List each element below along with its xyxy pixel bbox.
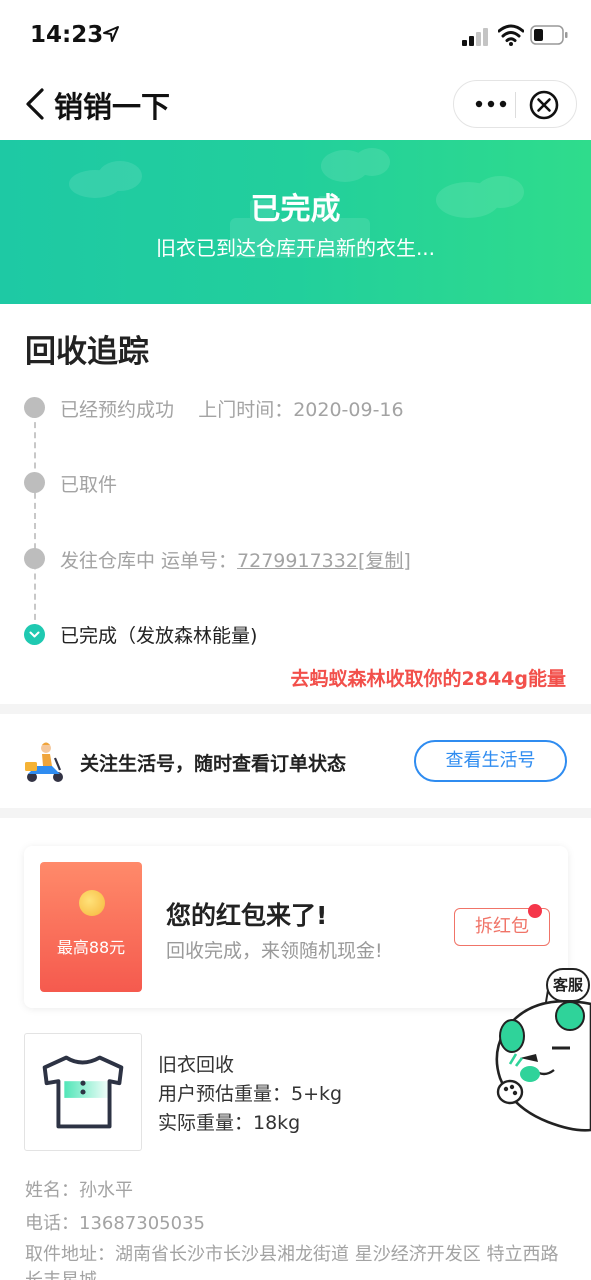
contact-phone: 电话：13687305035 [25,1213,205,1234]
timeline-step-picked: 已取件 [60,470,117,497]
status-banner: 已完成 旧衣已到达仓库开启新的衣生... [0,140,591,304]
timeline-step-completed: 已完成（发放森林能量) [60,621,257,648]
section-divider [0,704,591,714]
capsule-divider [515,92,516,118]
tshirt-icon [42,1055,124,1129]
notification-dot [528,904,542,918]
forest-energy-link[interactable]: 去蚂蚁森林收取你的2844g能量 [291,664,566,691]
follow-life-account-row: 关注生活号，随时查看订单状态 查看生活号 [0,716,591,808]
wifi-icon [498,24,524,46]
pickup-address: 取件地址：湖南省长沙市长沙县湘龙街道 星沙经济开发区 特立西路 长丰星城 [25,1244,559,1280]
timeline-step-booked: 已经预约成功 上门时间：2020-09-16 [60,395,404,422]
red-packet-title: 您的红包来了! [166,901,328,930]
section-divider [0,808,591,818]
timeline-dot [24,397,45,418]
red-packet-max-label: 最高88元 [56,938,126,957]
timeline-step-label: 已取件 [60,474,118,496]
delivery-scooter-icon [25,742,63,782]
view-life-account-button[interactable]: 查看生活号 [414,740,567,782]
timeline-dot-current [24,624,45,645]
item-actual-weight: 实际重量：18kg [158,1112,301,1134]
back-arrow-icon[interactable] [22,86,46,122]
status-time: 14:23 [30,22,104,48]
battery-icon [530,25,568,45]
red-packet-subtitle: 回收完成，来领随机现金! [166,940,383,962]
banner-title: 已完成 [250,192,341,227]
page-title: 销销一下 [54,90,171,124]
more-icon[interactable] [468,81,514,127]
check-chevron-icon [29,631,40,638]
item-thumbnail [24,1033,142,1151]
timeline-step-label: 已完成（发放森林能量) [60,625,258,647]
timeline-step-label: 发往仓库中 运单号： [60,550,238,572]
red-packet-image: 最高88元 [40,862,142,992]
mini-program-capsule [453,80,577,128]
copy-waybill-link[interactable]: [复制] [358,550,411,572]
contact-name: 姓名：孙水平 [25,1180,133,1201]
tracking-title: 回收追踪 [25,334,149,370]
timeline-connector [34,412,36,630]
red-packet-card: 最高88元 您的红包来了! 回收完成，来领随机现金! 拆红包 [24,846,568,1008]
cellular-signal-icon [462,28,488,46]
timeline-step-shipping: 发往仓库中 运单号：7279917332[复制] [60,546,411,573]
banner-subtitle: 旧衣已到达仓库开启新的衣生... [155,236,436,260]
nav-bar: 销销一下 [0,70,591,138]
timeline-step-label: 已经预约成功 [60,399,175,421]
timeline-dot [24,548,45,569]
coin-icon [79,890,105,916]
location-arrow-icon [103,26,119,42]
waybill-number[interactable]: 7279917332 [237,550,358,572]
timeline-dot [24,472,45,493]
customer-service-label[interactable]: 客服 [546,968,590,1002]
status-bar: 14:23 [0,0,591,70]
close-icon[interactable] [526,87,562,123]
item-estimated-weight: 用户预估重量：5+kg [158,1083,343,1105]
item-name: 旧衣回收 [158,1054,235,1076]
follow-prompt: 关注生活号，随时查看订单状态 [80,753,347,775]
visit-time: 上门时间：2020-09-16 [198,399,404,421]
